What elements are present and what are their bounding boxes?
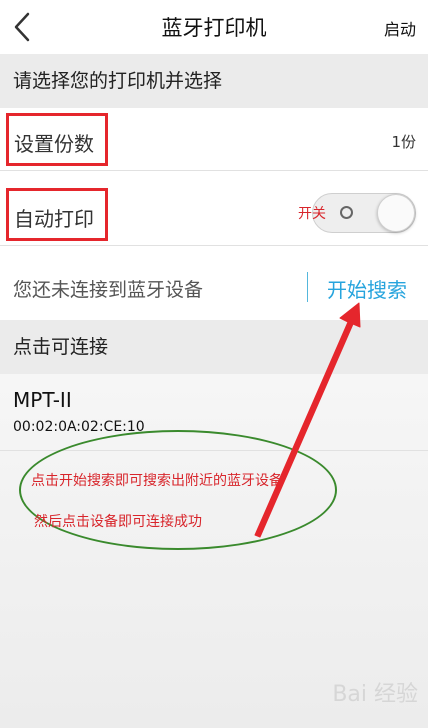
section-header-select-printer: 请选择您的打印机并选择 (0, 54, 428, 108)
device-name: MPT-II (13, 388, 72, 412)
auto-print-toggle[interactable] (312, 193, 416, 233)
watermark-logo: Bai 经验 (332, 682, 418, 707)
connection-status: 您还未连接到蓝牙设备 (13, 279, 204, 301)
section-title: 点击可连接 (13, 336, 109, 358)
off-indicator-icon (340, 206, 353, 219)
toggle-annotation: 开关 (298, 206, 326, 222)
auto-print-label: 自动打印 (14, 207, 94, 231)
divider (0, 170, 428, 171)
copies-value[interactable]: 1份 (391, 131, 416, 152)
divider (307, 272, 308, 302)
annotation-ellipse (19, 430, 337, 550)
divider (0, 245, 428, 246)
annotation-text: 点击开始搜索即可搜索出附近的蓝牙设备 (31, 473, 283, 489)
section-header-connectable: 点击可连接 (0, 320, 428, 374)
start-search-button[interactable]: 开始搜索 (327, 274, 407, 303)
auto-print-row: 自动打印 (6, 188, 108, 241)
start-button[interactable]: 启动 (384, 16, 416, 40)
section-title: 请选择您的打印机并选择 (13, 70, 223, 92)
header: 蓝牙打印机 启动 (0, 0, 428, 54)
page-title: 蓝牙打印机 (161, 16, 267, 40)
toggle-knob[interactable] (377, 194, 415, 232)
copies-label: 设置份数 (14, 132, 94, 156)
copies-row[interactable]: 设置份数 (6, 113, 108, 166)
annotation-text: 然后点击设备即可连接成功 (34, 514, 202, 530)
